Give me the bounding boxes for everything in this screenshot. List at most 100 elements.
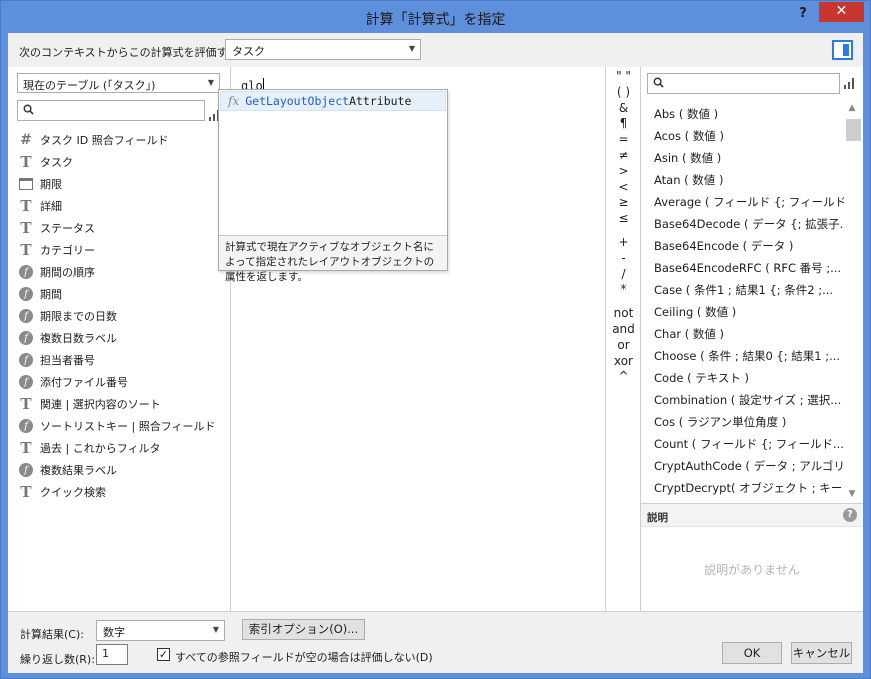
function-item[interactable]: Char ( 数値 ) <box>654 323 844 345</box>
operator-item[interactable]: " " <box>606 69 641 85</box>
function-item[interactable]: CryptDecrypt( オブジェクト ; キー ) <box>654 477 844 499</box>
field-name: ステータス <box>40 222 95 235</box>
operator-gap <box>606 227 641 235</box>
function-list-scrollbar[interactable]: ▲ ▼ <box>845 101 861 501</box>
field-item[interactable]: f 複数日数ラベル <box>17 327 227 349</box>
operator-item[interactable]: > <box>606 164 641 180</box>
field-item[interactable]: f 期限までの日数 <box>17 305 227 327</box>
calculation-field-icon: f <box>19 331 33 345</box>
function-item[interactable]: Case ( 条件1 ; 結果1 {; 条件2 ;... <box>654 279 844 301</box>
field-item[interactable]: # タスク ID 照合フィールド <box>17 129 227 151</box>
chevron-down-icon[interactable]: ▼ <box>845 487 859 501</box>
skip-empty-checkbox[interactable]: ✓ <box>157 648 170 661</box>
function-item[interactable]: Choose ( 条件 ; 結果0 {; 結果1 ;... <box>654 345 844 367</box>
autocomplete-item[interactable]: fx GetLayoutObjectAttribute <box>220 91 446 111</box>
field-item[interactable]: T クイック検索 <box>17 481 227 503</box>
field-item[interactable]: T 関連 | 選択内容のソート <box>17 393 227 415</box>
function-item[interactable]: Ceiling ( 数値 ) <box>654 301 844 323</box>
repeat-input[interactable]: 1 <box>96 644 128 665</box>
operator-item[interactable]: or <box>606 338 641 354</box>
help-icon[interactable]: ? <box>843 508 857 522</box>
field-item[interactable]: T ステータス <box>17 217 227 239</box>
skip-empty-label: すべての参照フィールドが空の場合は評価しない(D) <box>175 651 433 664</box>
operator-item[interactable]: not <box>606 306 641 322</box>
operator-item[interactable]: + <box>606 235 641 251</box>
close-button[interactable]: ✕ <box>819 2 864 22</box>
operator-item[interactable]: ¶ <box>606 116 641 132</box>
function-item[interactable]: Base64Decode ( データ {; 拡張子... <box>654 213 844 235</box>
function-item[interactable]: Combination ( 設定サイズ ; 選択... <box>654 389 844 411</box>
table-select[interactable]: 現在のテーブル (「タスク」) ▼ <box>17 73 220 93</box>
chevron-up-icon[interactable]: ▲ <box>845 101 859 115</box>
ok-button[interactable]: OK <box>722 642 782 664</box>
text-field-icon: T <box>20 241 32 259</box>
operator-item[interactable]: and <box>606 322 641 338</box>
panel-icon <box>843 44 849 56</box>
operators-pane: " "( ) & ¶ = ≠ > < ≥ ≤ + - / * not and or xor ^ <box>606 67 641 611</box>
function-search-input[interactable] <box>647 73 840 94</box>
field-item[interactable]: f 期間 <box>17 283 227 305</box>
function-item[interactable]: Average ( フィールド {; フィールド...} ) <box>654 191 844 213</box>
sort-bars-icon[interactable] <box>844 77 854 89</box>
field-name: タスク ID 照合フィールド <box>40 134 169 147</box>
operator-item[interactable]: * <box>606 282 641 298</box>
text-field-icon: T <box>20 483 32 501</box>
function-item[interactable]: Abs ( 数値 ) <box>654 103 844 125</box>
function-item[interactable]: CryptAuthCode ( データ ; アルゴリズ... <box>654 455 844 477</box>
autocomplete-rest: Attribute <box>349 94 412 108</box>
field-item[interactable]: f ソートリストキー | 照合フィールド <box>17 415 227 437</box>
field-list: # タスク ID 照合フィールド T タスク 期限 T 詳細 T ステータス T カテゴリー f 期間の… <box>17 129 227 503</box>
calendar-icon <box>17 176 35 192</box>
field-item[interactable]: f 添付ファイル番号 <box>17 371 227 393</box>
operator-item[interactable]: < <box>606 180 641 196</box>
cancel-button[interactable]: キャンセル <box>791 642 852 664</box>
operator-item[interactable]: ( ) <box>606 85 641 101</box>
field-item[interactable]: 期限 <box>17 173 227 195</box>
field-item[interactable]: f 複数結果ラベル <box>17 459 227 481</box>
operator-item[interactable]: - <box>606 251 641 267</box>
function-item[interactable]: Acos ( 数値 ) <box>654 125 844 147</box>
dialog-title: 計算「計算式」を指定 <box>365 12 506 28</box>
field-name: ソートリストキー | 照合フィールド <box>40 420 216 433</box>
panel-layout-toggle[interactable] <box>832 40 853 60</box>
function-item[interactable]: Atan ( 数値 ) <box>654 169 844 191</box>
operator-item[interactable]: xor <box>606 354 641 370</box>
function-item[interactable]: Base64EncodeRFC ( RFC 番号 ;... <box>654 257 844 279</box>
function-item[interactable]: Count ( フィールド {; フィールド...} ) <box>654 433 844 455</box>
field-name: 複数日数ラベル <box>40 332 117 345</box>
field-item[interactable]: T タスク <box>17 151 227 173</box>
field-item[interactable]: f 期間の順序 <box>17 261 227 283</box>
search-icon <box>653 77 664 88</box>
context-select[interactable]: タスク ▼ <box>225 39 421 60</box>
operator-item[interactable]: ≠ <box>606 148 641 164</box>
title-bar[interactable]: 計算「計算式」を指定 ? ✕ <box>1 1 870 33</box>
operator-item[interactable]: ≤ <box>606 211 641 227</box>
operator-item[interactable]: ^ <box>606 369 641 385</box>
field-item[interactable]: T 詳細 <box>17 195 227 217</box>
operator-item[interactable]: = <box>606 132 641 148</box>
function-item[interactable]: Asin ( 数値 ) <box>654 147 844 169</box>
operator-item[interactable]: & <box>606 101 641 117</box>
context-select-value: タスク <box>232 45 265 58</box>
field-item[interactable]: T カテゴリー <box>17 239 227 261</box>
help-button[interactable]: ? <box>793 5 813 23</box>
function-item[interactable]: Cos ( ラジアン単位角度 ) <box>654 411 844 433</box>
function-item[interactable]: Code ( テキスト ) <box>654 367 844 389</box>
chevron-down-icon: ▼ <box>408 44 415 53</box>
field-search-input[interactable] <box>17 100 205 121</box>
text-field-icon: T <box>20 197 32 215</box>
function-item[interactable]: Base64Encode ( データ ) <box>654 235 844 257</box>
function-icon: fx <box>228 94 240 108</box>
operator-item[interactable]: / <box>606 267 641 283</box>
description-title: 説明 <box>647 512 668 524</box>
index-options-button[interactable]: 索引オプション(O)... <box>242 619 365 640</box>
text-field-icon: T <box>20 153 32 171</box>
operator-item[interactable]: ≥ <box>606 195 641 211</box>
result-type-select[interactable]: 数字 ▼ <box>96 620 225 641</box>
field-item[interactable]: f 担当者番号 <box>17 349 227 371</box>
scroll-thumb[interactable] <box>846 119 861 141</box>
field-name: 詳細 <box>40 200 62 213</box>
field-item[interactable]: T 過去 | これからフィルタ <box>17 437 227 459</box>
fields-pane: 現在のテーブル (「タスク」) ▼ # タスク ID 照合フィールド T タスク 期限 T… <box>8 67 231 611</box>
calculation-field-icon: f <box>19 309 33 323</box>
